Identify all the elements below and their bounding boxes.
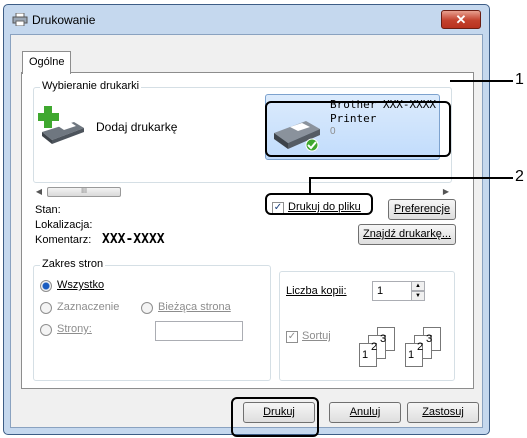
scroll-right-arrow[interactable]: ▶ xyxy=(440,186,452,198)
add-printer-icon xyxy=(38,106,84,144)
scroll-left-arrow[interactable]: ◀ xyxy=(33,186,45,198)
callout-number-2: 2 xyxy=(515,168,524,185)
collate-digit-3: 3 xyxy=(380,333,387,345)
close-button[interactable]: ✕ xyxy=(441,10,481,29)
copies-spinner[interactable]: 1 ▲ ▼ xyxy=(372,281,426,301)
callout-line-1 xyxy=(450,80,513,82)
radio-pages[interactable]: Strony: xyxy=(40,323,120,339)
radio-selection-label: Zaznaczenie xyxy=(57,301,120,313)
radio-all-label: Wszystko xyxy=(57,279,105,291)
collate-pages-icon: 1 2 3 1 2 3 xyxy=(357,327,453,367)
comment-label: Komentarz: xyxy=(35,234,92,246)
collate-digit-2: 2 xyxy=(371,341,378,353)
add-printer-item[interactable]: Dodaj drukarkę xyxy=(38,104,208,144)
add-printer-label: Dodaj drukarkę xyxy=(96,120,178,134)
printer-icon xyxy=(12,13,28,26)
radio-current-page[interactable]: Bieżąca strona xyxy=(141,301,256,317)
pages-input[interactable] xyxy=(155,321,243,341)
collate-check[interactable]: ✓ xyxy=(286,331,298,343)
select-printer-legend: Wybieranie drukarki xyxy=(40,80,142,92)
apply-button[interactable]: Zastosuj xyxy=(407,402,479,423)
collate-digit-2: 2 xyxy=(417,341,424,353)
dialog-body: Ogólne Wybieranie drukarki Dodaj drukark… xyxy=(10,34,483,428)
radio-all[interactable]: Wszystko xyxy=(40,279,120,295)
callout-line-2 xyxy=(310,177,513,179)
collate-digit-3: 3 xyxy=(426,333,433,345)
callout-box-print-to-file xyxy=(265,193,373,215)
window-title: Drukowanie xyxy=(32,13,96,27)
callout-box-print-button xyxy=(231,397,319,437)
page-stack-1: 1 2 3 xyxy=(357,327,401,367)
radio-selection-circle[interactable] xyxy=(40,302,52,314)
printer-list-scrollbar[interactable]: ◀ III ▶ xyxy=(33,186,452,198)
collate-checkbox[interactable]: ✓ Sortuj xyxy=(286,330,346,346)
print-dialog: Drukowanie ✕ Ogólne Wybieranie drukarki xyxy=(3,4,490,435)
page-range-group: Zakres stron Wszystko Zaznaczenie Bieżąc… xyxy=(33,258,271,381)
tab-general[interactable]: Ogólne xyxy=(22,51,72,74)
radio-current-page-label: Bieżąca strona xyxy=(158,301,231,313)
page-range-legend: Zakres stron xyxy=(40,258,106,270)
radio-selection[interactable]: Zaznaczenie xyxy=(40,301,140,317)
location-label: Lokalizacja: xyxy=(35,219,93,231)
spin-down-button[interactable]: ▼ xyxy=(411,291,425,301)
collate-digit-1: 1 xyxy=(408,349,415,361)
scroll-thumb[interactable]: III xyxy=(47,187,121,197)
radio-pages-label: Strony: xyxy=(57,323,92,335)
page-stack-2: 1 2 3 xyxy=(403,327,447,367)
callout-box-printer xyxy=(265,101,451,157)
collate-label: Sortuj xyxy=(302,330,331,342)
status-label: Stan: xyxy=(35,204,61,216)
collate-digit-1: 1 xyxy=(362,349,369,361)
title-bar[interactable]: Drukowanie ✕ xyxy=(4,5,489,33)
find-printer-button[interactable]: Znajdź drukarkę... xyxy=(358,224,456,245)
copies-input[interactable]: 1 xyxy=(372,281,412,301)
comment-value: XXX-XXXX xyxy=(102,232,165,247)
spin-up-button[interactable]: ▲ xyxy=(411,281,425,291)
cancel-button[interactable]: Anuluj xyxy=(329,402,401,423)
copies-label: Liczba kopii: xyxy=(286,285,347,297)
callout-number-1: 1 xyxy=(515,71,524,88)
radio-current-page-circle[interactable] xyxy=(141,302,153,314)
copies-group: Liczba kopii: 1 ▲ ▼ ✓ Sortuj 1 2 3 1 2 3 xyxy=(279,271,455,381)
callout-line-2-riser xyxy=(309,177,311,194)
radio-pages-circle[interactable] xyxy=(40,324,52,336)
radio-all-circle[interactable] xyxy=(40,280,52,292)
preferences-button[interactable]: Preferencje xyxy=(388,199,456,220)
scroll-thumb-grip: III xyxy=(81,188,87,195)
